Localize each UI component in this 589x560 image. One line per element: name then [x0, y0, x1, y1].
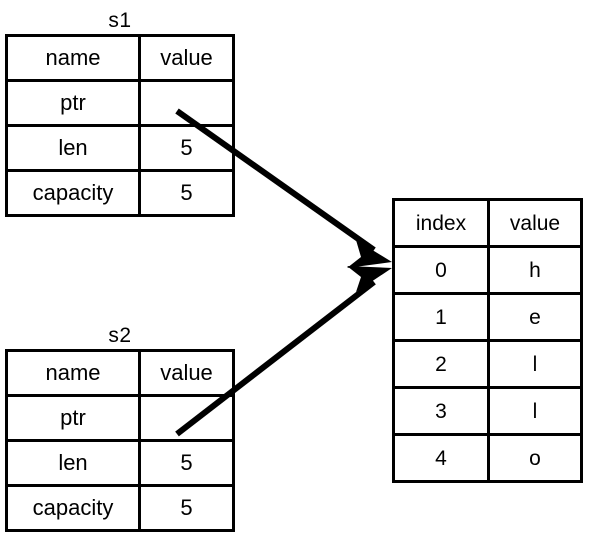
table-row: name value [5, 349, 235, 397]
table-row: ptr [5, 394, 235, 442]
table-row: 3 l [392, 386, 583, 436]
buffer-header-index: index [392, 198, 490, 248]
s1-row-capacity-name: capacity [5, 169, 141, 217]
s1-row-capacity-value: 5 [138, 169, 235, 217]
s2-row-capacity-value: 5 [138, 484, 235, 532]
s1-row-ptr-name: ptr [5, 79, 141, 127]
s1-header-value: value [138, 34, 235, 82]
table-row: index value [392, 198, 583, 248]
s1-row-len-name: len [5, 124, 141, 172]
diagram-canvas: s1 name value ptr len 5 capacity 5 s2 na… [0, 0, 589, 560]
buffer-row-3-index: 3 [392, 386, 490, 436]
table-row: ptr [5, 79, 235, 127]
s1-row-ptr-value [138, 79, 235, 127]
buffer-row-2-value: l [487, 339, 583, 389]
table-row: len 5 [5, 439, 235, 487]
table-row: capacity 5 [5, 169, 235, 217]
s2-row-capacity-name: capacity [5, 484, 141, 532]
struct-table-s2: s2 name value ptr len 5 capacity 5 [5, 325, 235, 532]
buffer-row-4-value: o [487, 433, 583, 483]
buffer-row-2-index: 2 [392, 339, 490, 389]
struct-title-s1: s1 [108, 9, 132, 32]
table-row: 4 o [392, 433, 583, 483]
buffer-row-3-value: l [487, 386, 583, 436]
buffer-row-0-index: 0 [392, 245, 490, 295]
buffer-row-1-value: e [487, 292, 583, 342]
s1-header-name: name [5, 34, 141, 82]
table-row: capacity 5 [5, 484, 235, 532]
s1-grid: name value ptr len 5 capacity 5 [5, 34, 235, 217]
table-row: name value [5, 34, 235, 82]
s2-grid: name value ptr len 5 capacity 5 [5, 349, 235, 532]
table-row: 1 e [392, 292, 583, 342]
buffer-row-4-index: 4 [392, 433, 490, 483]
table-row: len 5 [5, 124, 235, 172]
buffer-grid: index value 0 h 1 e 2 l 3 l 4 o [392, 198, 583, 483]
struct-table-s1: s1 name value ptr len 5 capacity 5 [5, 10, 235, 217]
buffer-table: index value 0 h 1 e 2 l 3 l 4 o [392, 198, 583, 483]
s2-header-value: value [138, 349, 235, 397]
struct-title-s2: s2 [108, 324, 132, 347]
buffer-header-value: value [487, 198, 583, 248]
s2-row-ptr-name: ptr [5, 394, 141, 442]
table-row: 2 l [392, 339, 583, 389]
buffer-row-0-value: h [487, 245, 583, 295]
s2-row-len-value: 5 [138, 439, 235, 487]
table-row: 0 h [392, 245, 583, 295]
buffer-row-1-index: 1 [392, 292, 490, 342]
s2-row-len-name: len [5, 439, 141, 487]
s1-row-len-value: 5 [138, 124, 235, 172]
s2-header-name: name [5, 349, 141, 397]
s2-row-ptr-value [138, 394, 235, 442]
